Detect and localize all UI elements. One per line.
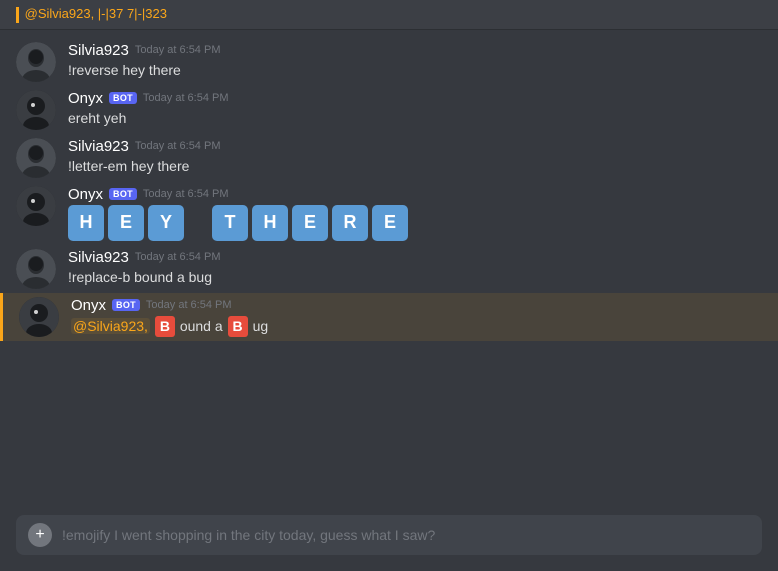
message-header: Silvia923 Today at 6:54 PM: [68, 42, 762, 59]
message-content: Onyx BOT Today at 6:54 PM @Silvia923, B …: [71, 297, 762, 338]
input-wrapper: +: [16, 515, 762, 555]
message-group-highlighted: Onyx BOT Today at 6:54 PM @Silvia923, B …: [0, 293, 778, 342]
letter-box: E: [108, 205, 144, 241]
message-header: Silvia923 Today at 6:54 PM: [68, 138, 762, 155]
mention: @Silvia923,: [71, 318, 150, 334]
username: Silvia923: [68, 42, 129, 59]
letter-box: R: [332, 205, 368, 241]
message-content: Onyx BOT Today at 6:54 PM H E Y T H E R …: [68, 186, 762, 241]
timestamp: Today at 6:54 PM: [135, 251, 221, 263]
replace-b-badge: B: [155, 316, 175, 338]
message-group: Onyx BOT Today at 6:54 PM ereht yeh: [0, 86, 778, 134]
timestamp: Today at 6:54 PM: [135, 140, 221, 152]
bot-badge: BOT: [109, 92, 137, 104]
timestamp: Today at 6:54 PM: [143, 188, 229, 200]
message-text: @Silvia923, B ound a B ug: [71, 316, 762, 338]
message-header: Onyx BOT Today at 6:54 PM: [71, 297, 762, 314]
timestamp: Today at 6:54 PM: [143, 92, 229, 104]
avatar: [19, 297, 59, 337]
letter-boxes: H E Y T H E R E: [68, 205, 762, 241]
timestamp: Today at 6:54 PM: [135, 44, 221, 56]
pipe-indicator: [16, 7, 19, 23]
message-header: Onyx BOT Today at 6:54 PM: [68, 90, 762, 107]
letter-box: H: [252, 205, 288, 241]
message-group: Silvia923 Today at 6:54 PM !letter-em he…: [0, 134, 778, 182]
avatar: [16, 186, 56, 226]
username: Silvia923: [68, 138, 129, 155]
top-mention-bar: @Silvia923, |-|37 7|-|323: [0, 0, 778, 30]
message-content: Silvia923 Today at 6:54 PM !replace-b bo…: [68, 249, 762, 288]
messages-container: Silvia923 Today at 6:54 PM !reverse hey …: [0, 30, 778, 505]
letter-box: E: [372, 205, 408, 241]
replace-b-badge: B: [228, 316, 248, 338]
avatar: [16, 138, 56, 178]
message-content: Onyx BOT Today at 6:54 PM ereht yeh: [68, 90, 762, 129]
bot-badge: BOT: [112, 299, 140, 311]
message-input[interactable]: [62, 527, 750, 543]
letter-box: T: [212, 205, 248, 241]
message-text: !letter-em hey there: [68, 157, 762, 177]
text-part: ug: [253, 318, 269, 334]
letter-box-space: [188, 205, 208, 241]
letter-box: E: [292, 205, 328, 241]
message-content: Silvia923 Today at 6:54 PM !reverse hey …: [68, 42, 762, 81]
avatar: [16, 42, 56, 82]
text-part: ound a: [180, 318, 227, 334]
username: Onyx: [68, 186, 103, 203]
avatar: [16, 90, 56, 130]
message-group: Silvia923 Today at 6:54 PM !replace-b bo…: [0, 245, 778, 293]
message-content: Silvia923 Today at 6:54 PM !letter-em he…: [68, 138, 762, 177]
username: Silvia923: [68, 249, 129, 266]
add-button[interactable]: +: [28, 523, 52, 547]
message-group: Onyx BOT Today at 6:54 PM H E Y T H E R …: [0, 182, 778, 245]
username: Onyx: [68, 90, 103, 107]
message-text: ereht yeh: [68, 109, 762, 129]
input-area: +: [0, 505, 778, 571]
timestamp: Today at 6:54 PM: [146, 299, 232, 311]
message-header: Onyx BOT Today at 6:54 PM: [68, 186, 762, 203]
letter-box: Y: [148, 205, 184, 241]
letter-box: H: [68, 205, 104, 241]
bot-badge: BOT: [109, 188, 137, 200]
message-text: !replace-b bound a bug: [68, 268, 762, 288]
username: Onyx: [71, 297, 106, 314]
message-header: Silvia923 Today at 6:54 PM: [68, 249, 762, 266]
message-text: !reverse hey there: [68, 61, 762, 81]
avatar: [16, 249, 56, 289]
top-mention-text: @Silvia923, |-|37 7|-|323: [25, 6, 167, 21]
message-group: Silvia923 Today at 6:54 PM !reverse hey …: [0, 38, 778, 86]
